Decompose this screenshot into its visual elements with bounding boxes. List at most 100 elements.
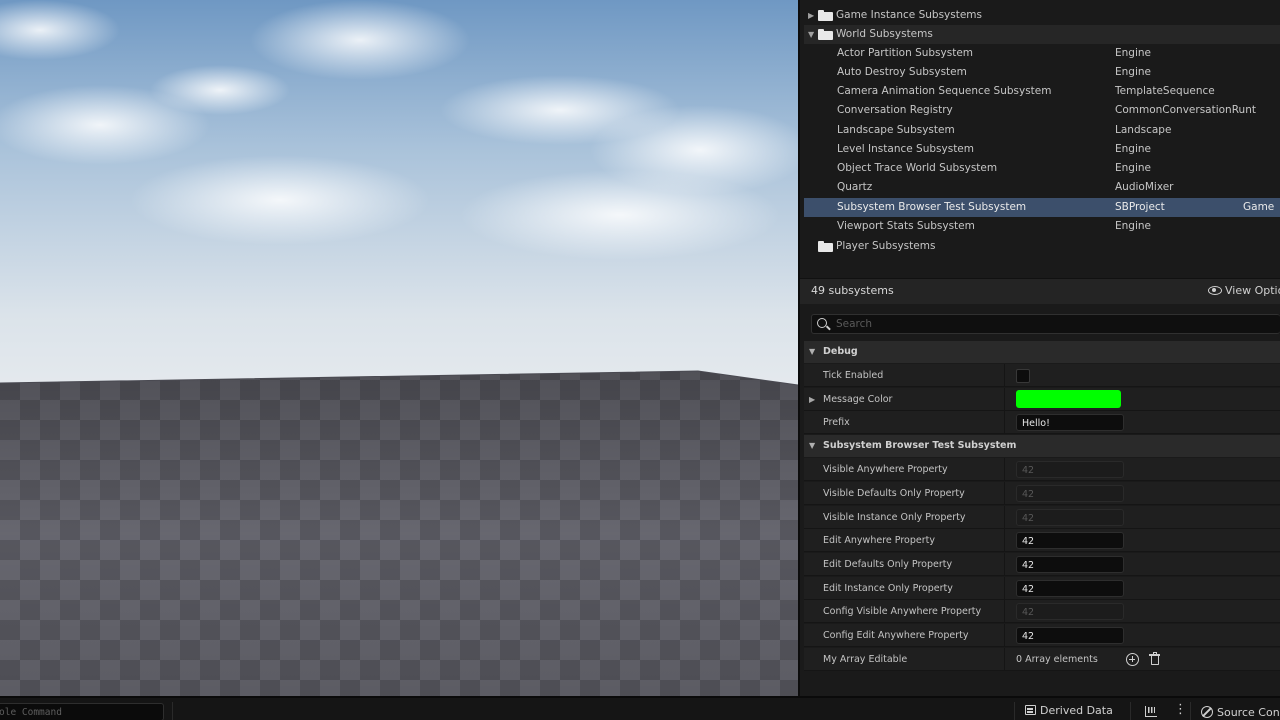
console-command-box[interactable] <box>0 703 164 720</box>
source-control-label: Source Con <box>1217 706 1280 719</box>
eye-icon <box>1208 286 1222 295</box>
column-splitter[interactable] <box>1004 458 1005 481</box>
status-divider <box>1190 702 1191 720</box>
search-box[interactable] <box>811 314 1280 334</box>
status-bar: Derived Data ⋮ Source Con <box>0 696 1280 720</box>
folder-open-icon <box>818 29 833 40</box>
folder-icon <box>818 241 833 252</box>
column-splitter[interactable] <box>1004 364 1005 387</box>
column-splitter[interactable] <box>1004 600 1005 623</box>
derived-data-icon <box>1025 705 1036 715</box>
chevron-right-icon[interactable]: ▶ <box>809 388 815 411</box>
subsystem-name: Subsystem Browser Test Subsystem <box>837 201 1027 213</box>
tick-enabled-checkbox[interactable] <box>1016 369 1030 383</box>
column-splitter[interactable] <box>1004 553 1005 576</box>
property-label: Edit Anywhere Property <box>823 535 935 546</box>
subsystem-name: Quartz <box>837 181 873 193</box>
folder-icon <box>818 10 833 21</box>
tree-group-player[interactable]: Player Subsystems <box>804 237 1280 256</box>
tree-row[interactable]: Actor Partition Subsystem Engine <box>804 44 1280 63</box>
property-row: Edit Defaults Only Property 42 <box>804 553 1280 576</box>
tree-row[interactable]: Level Instance Subsystem Engine <box>804 140 1280 159</box>
column-splitter[interactable] <box>1004 624 1005 647</box>
level-viewport[interactable] <box>0 0 798 696</box>
prefix-field[interactable]: Hello! <box>1016 414 1124 431</box>
tree-row[interactable]: Auto Destroy Subsystem Engine <box>804 63 1280 82</box>
tree-row[interactable]: Viewport Stats Subsystem Engine <box>804 217 1280 236</box>
viewport-scene <box>0 0 798 696</box>
subsystem-category: Game <box>1243 201 1275 213</box>
chevron-right-icon[interactable]: ▶ <box>808 6 814 25</box>
tree-row-selected[interactable]: Subsystem Browser Test Subsystem SBProje… <box>804 198 1280 217</box>
column-splitter[interactable] <box>1004 482 1005 505</box>
property-label: Config Edit Anywhere Property <box>823 630 969 641</box>
tree-group-label: World Subsystems <box>836 28 933 40</box>
source-control-icon <box>1201 706 1213 718</box>
category-label: Subsystem Browser Test Subsystem <box>823 440 1017 451</box>
subsystem-module: Engine <box>1115 143 1151 155</box>
property-row: Config Visible Anywhere Property 42 <box>804 600 1280 623</box>
stats-icon[interactable] <box>1145 706 1157 717</box>
tree-row[interactable]: Camera Animation Sequence Subsystem Temp… <box>804 82 1280 101</box>
property-row: Config Edit Anywhere Property 42 <box>804 624 1280 647</box>
message-color-swatch[interactable] <box>1016 390 1121 408</box>
chevron-down-icon[interactable]: ▼ <box>809 341 815 363</box>
status-divider <box>172 702 173 720</box>
subsystem-module: CommonConversationRunt <box>1115 104 1256 116</box>
tree-group-label: Game Instance Subsystems <box>836 9 983 21</box>
category-debug[interactable]: ▼ Debug <box>804 341 1280 363</box>
property-value-input[interactable]: 42 <box>1016 532 1124 549</box>
source-control-button[interactable]: Source Con <box>1201 704 1280 719</box>
property-value-readonly: 42 <box>1016 461 1124 478</box>
search-row <box>800 304 1280 342</box>
chevron-down-icon[interactable]: ▼ <box>809 435 815 457</box>
property-row: Visible Anywhere Property 42 <box>804 458 1280 481</box>
search-input[interactable] <box>836 316 1256 332</box>
tree-group-label: Player Subsystems <box>836 240 936 252</box>
subsystem-name: Viewport Stats Subsystem <box>837 220 975 232</box>
tree-row[interactable]: Landscape Subsystem Landscape <box>804 121 1280 140</box>
column-splitter[interactable] <box>1004 411 1005 434</box>
property-label: Visible Defaults Only Property <box>823 488 965 499</box>
status-divider <box>1130 702 1131 720</box>
column-splitter[interactable] <box>1004 577 1005 600</box>
subsystem-module: Engine <box>1115 66 1151 78</box>
search-icon <box>817 318 827 328</box>
tree-group-world[interactable]: ▼ World Subsystems <box>804 25 1280 44</box>
property-label: Message Color <box>823 394 893 405</box>
derived-data-button[interactable]: Derived Data <box>1025 704 1113 717</box>
property-label: Prefix <box>823 417 850 428</box>
property-value-input[interactable]: 42 <box>1016 580 1124 597</box>
property-label: My Array Editable <box>823 654 908 665</box>
derived-data-label: Derived Data <box>1040 704 1113 717</box>
tree-group-game-instance[interactable]: ▶ Game Instance Subsystems <box>804 6 1280 25</box>
property-row: Edit Anywhere Property 42 <box>804 529 1280 552</box>
tree-row[interactable]: Object Trace World Subsystem Engine <box>804 159 1280 178</box>
subsystem-name: Auto Destroy Subsystem <box>837 66 967 78</box>
trash-icon[interactable] <box>1149 652 1160 666</box>
property-label: Edit Defaults Only Property <box>823 559 953 570</box>
view-options-button[interactable]: View Optio <box>1208 284 1280 297</box>
subsystem-count: 49 subsystems <box>811 284 894 297</box>
chevron-down-icon[interactable]: ▼ <box>808 25 814 44</box>
more-options-icon[interactable]: ⋮ <box>1174 703 1187 718</box>
subsystem-module: AudioMixer <box>1115 181 1174 193</box>
tree-row[interactable]: Conversation Registry CommonConversation… <box>804 101 1280 120</box>
property-value-input[interactable]: 42 <box>1016 627 1124 644</box>
subsystem-tree: ▶ Game Instance Subsystems ▼ World Subsy… <box>804 0 1280 278</box>
column-splitter[interactable] <box>1004 388 1005 411</box>
property-row: Visible Defaults Only Property 42 <box>804 482 1280 505</box>
property-prefix: Prefix Hello! <box>804 411 1280 434</box>
property-value-input[interactable]: 42 <box>1016 556 1124 573</box>
column-splitter[interactable] <box>1004 506 1005 529</box>
category-test-subsystem[interactable]: ▼ Subsystem Browser Test Subsystem <box>804 435 1280 457</box>
add-element-icon[interactable] <box>1126 653 1139 666</box>
column-splitter[interactable] <box>1004 529 1005 552</box>
property-value-readonly: 42 <box>1016 603 1124 620</box>
subsystem-module: Landscape <box>1115 124 1172 136</box>
subsystem-name: Object Trace World Subsystem <box>837 162 998 174</box>
console-command-input[interactable] <box>0 705 159 720</box>
tree-row[interactable]: Quartz AudioMixer <box>804 178 1280 197</box>
property-label: Tick Enabled <box>823 370 884 381</box>
column-splitter[interactable] <box>1004 648 1005 671</box>
